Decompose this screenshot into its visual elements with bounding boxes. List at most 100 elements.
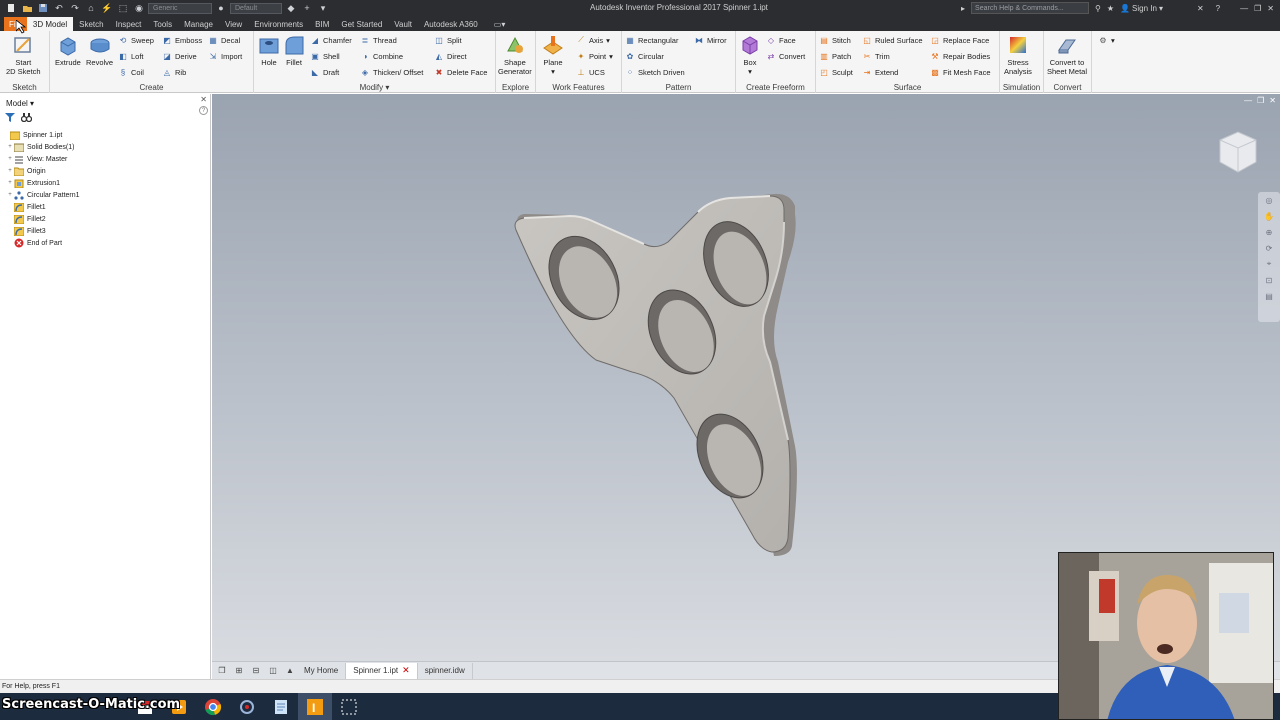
home-icon[interactable]: ⌂ [84, 2, 98, 14]
zoom-all-icon[interactable]: ⊡ [1258, 272, 1280, 288]
expander[interactable]: + [6, 144, 14, 150]
zoom-icon[interactable]: ⊕ [1258, 224, 1280, 240]
navbar-options-icon[interactable]: ▤ [1258, 288, 1280, 304]
save-icon[interactable] [36, 2, 50, 14]
tree-item-solid-bodies[interactable]: + Solid Bodies(1) [0, 141, 210, 153]
trim-button[interactable]: ✂ Trim [862, 50, 890, 62]
ribbon-options-button[interactable]: ⚙ ▾ [1098, 34, 1114, 46]
expander[interactable]: + [6, 156, 14, 162]
close-button[interactable]: ✕ [1267, 4, 1274, 13]
favorites-icon[interactable]: ★ [1107, 4, 1114, 13]
tab-bim[interactable]: BIM [309, 17, 335, 31]
ribbon-toggle-icon[interactable]: ▭▾ [494, 17, 506, 31]
split-button[interactable]: ◫ Split [434, 34, 461, 46]
help-icon[interactable]: ? [1216, 4, 1220, 13]
shell-button[interactable]: ▣ Shell [310, 50, 339, 62]
derive-button[interactable]: ◪ Derive [162, 50, 196, 62]
tile-vertical-icon[interactable]: ◫ [266, 665, 280, 677]
tab-view[interactable]: View [219, 17, 248, 31]
import-button[interactable]: ⇲ Import [208, 50, 243, 62]
binoculars-icon[interactable]: ⚲ [1095, 4, 1101, 13]
tree-item-fillet3[interactable]: Fillet3 [0, 225, 210, 237]
chamfer-button[interactable]: ◢ Chamfer [310, 34, 352, 46]
tree-item-origin[interactable]: + Origin [0, 165, 210, 177]
tree-item-end-of-part[interactable]: End of Part [0, 237, 210, 249]
plane-button[interactable]: Plane ▾ [542, 34, 564, 76]
browser-help-icon[interactable]: ? [199, 106, 208, 115]
tree-item-circular-pattern1[interactable]: + Circular Pattern1 [0, 189, 210, 201]
tab-spinner-ipt[interactable]: Spinner 1.ipt ✕ [346, 662, 418, 679]
restore-button[interactable]: ❐ [1254, 4, 1261, 13]
expander[interactable]: + [6, 192, 14, 198]
pan-icon[interactable]: ✋ [1258, 208, 1280, 224]
convert-sheet-metal-button[interactable]: Convert to Sheet Metal [1047, 34, 1087, 76]
color-icon[interactable]: ◉ [132, 2, 146, 14]
network-icon[interactable] [230, 693, 264, 720]
sculpt-button[interactable]: ◰ Sculpt [819, 66, 853, 78]
tree-item-extrusion1[interactable]: + Extrusion1 [0, 177, 210, 189]
select-icon[interactable]: ⬚ [116, 2, 130, 14]
orbit-icon[interactable]: ⟳ [1258, 240, 1280, 256]
customize-icon[interactable]: ▾ [316, 2, 330, 14]
ruled-surface-button[interactable]: ◱ Ruled Surface [862, 34, 922, 46]
sketch-driven-pattern-button[interactable]: ⁘ Sketch Driven [625, 66, 685, 78]
axis-button[interactable]: ⟋ Axis ▾ [576, 34, 610, 46]
delete-face-button[interactable]: ✖ Delete Face [434, 66, 488, 78]
sign-in-button[interactable]: 👤 Sign In ▾ [1120, 4, 1163, 13]
shape-generator-button[interactable]: Shape Generator [498, 34, 532, 76]
revolve-button[interactable]: Revolve [86, 34, 113, 67]
tab-environments[interactable]: Environments [248, 17, 309, 31]
start-2d-sketch-button[interactable]: Start 2D Sketch [6, 34, 41, 76]
point-button[interactable]: ✦ Point ▾ [576, 50, 613, 62]
tile-icon[interactable]: ⊞ [232, 665, 246, 677]
convert-freeform-button[interactable]: ⇄ Convert [766, 50, 806, 62]
expander[interactable]: + [6, 168, 14, 174]
undo-icon[interactable]: ↶ [52, 2, 66, 14]
replace-face-button[interactable]: ◲ Replace Face [930, 34, 989, 46]
open-icon[interactable] [20, 2, 34, 14]
viewcube[interactable] [1210, 126, 1262, 180]
tab-sketch[interactable]: Sketch [73, 17, 109, 31]
coil-button[interactable]: § Coil [118, 66, 144, 78]
tab-get-started[interactable]: Get Started [335, 17, 388, 31]
emboss-button[interactable]: ◩ Emboss [162, 34, 202, 46]
tab-tools[interactable]: Tools [147, 17, 178, 31]
sweep-button[interactable]: ⟲ Sweep [118, 34, 154, 46]
tab-spinner-idw[interactable]: spinner.idw [418, 662, 473, 679]
fillet-button[interactable]: Fillet [283, 34, 305, 67]
redo-icon[interactable]: ↷ [68, 2, 82, 14]
appearance-combo[interactable]: Generic [148, 2, 212, 14]
tab-autodesk-a360[interactable]: Autodesk A360 [418, 17, 484, 31]
plus-icon[interactable]: + [300, 2, 314, 14]
inventor-icon[interactable]: I [298, 693, 332, 720]
tab-vault[interactable]: Vault [388, 17, 418, 31]
patch-button[interactable]: ▥ Patch [819, 50, 851, 62]
look-at-icon[interactable]: ⌖ [1258, 256, 1280, 272]
filter-icon[interactable] [5, 113, 15, 124]
find-icon[interactable] [20, 113, 33, 124]
mirror-button[interactable]: ⧓ Mirror [694, 34, 727, 46]
close-tab-icon[interactable]: ✕ [402, 665, 410, 676]
stitch-button[interactable]: ▤ Stitch [819, 34, 851, 46]
material-icon[interactable]: ● [214, 2, 228, 14]
loft-button[interactable]: ◧ Loft [118, 50, 143, 62]
chrome-icon[interactable] [196, 693, 230, 720]
adjust-icon[interactable]: ◆ [284, 2, 298, 14]
expander[interactable]: + [6, 180, 14, 186]
tile-horizontal-icon[interactable]: ⊟ [249, 665, 263, 677]
combine-button[interactable]: ◑ Combine [360, 50, 403, 62]
thread-button[interactable]: ≣ Thread [360, 34, 397, 46]
decal-button[interactable]: ▦ Decal [208, 34, 240, 46]
stress-analysis-button[interactable]: Stress Analysis [1004, 34, 1032, 76]
cascade-icon[interactable]: ❐ [215, 665, 229, 677]
tab-my-home[interactable]: My Home [297, 662, 347, 679]
tab-inspect[interactable]: Inspect [110, 17, 148, 31]
tree-item-view-master[interactable]: + View: Master [0, 153, 210, 165]
rectangular-pattern-button[interactable]: ▦ Rectangular [625, 34, 678, 46]
rib-button[interactable]: ◬ Rib [162, 66, 186, 78]
help-search-input[interactable]: Search Help & Commands... [971, 2, 1090, 14]
ucs-button[interactable]: ⊥ UCS [576, 66, 605, 78]
extend-button[interactable]: ⇥ Extend [862, 66, 899, 78]
material-combo[interactable]: Default [230, 2, 282, 14]
steering-wheel-icon[interactable]: ◎ [1258, 192, 1280, 208]
